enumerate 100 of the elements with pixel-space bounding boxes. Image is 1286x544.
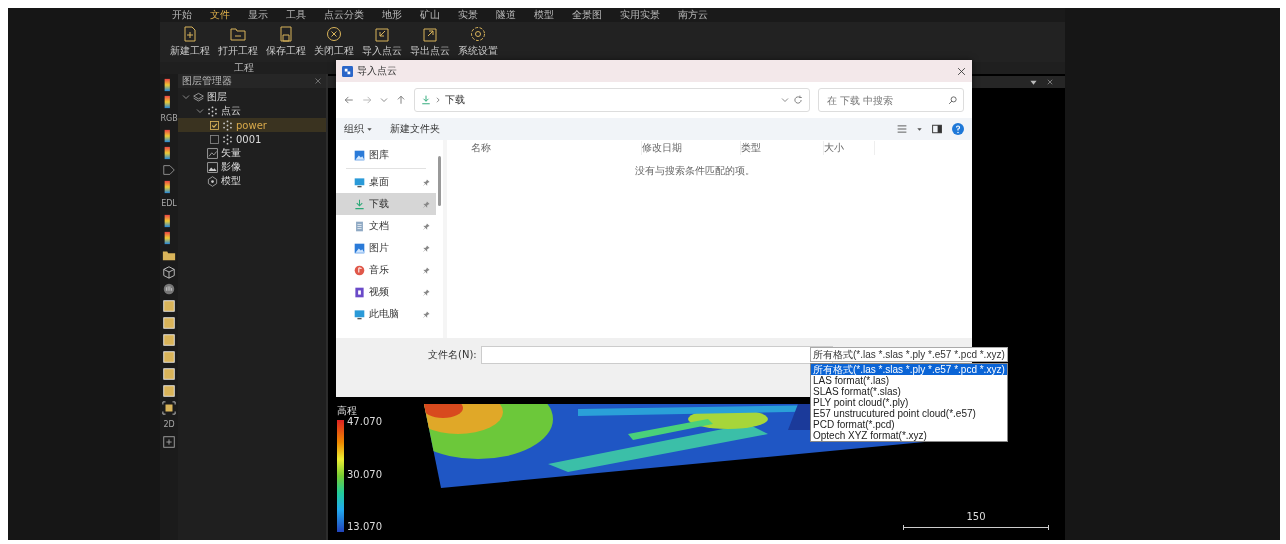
export-icon xyxy=(422,26,438,42)
box-icon[interactable] xyxy=(162,350,176,364)
search-field[interactable]: 在 下载 中搜索 xyxy=(825,93,948,107)
box-icon[interactable] xyxy=(162,333,176,347)
menu-option[interactable]: SLAS format(*.slas) xyxy=(811,386,1007,397)
target-icon[interactable] xyxy=(162,401,176,415)
tool-button[interactable]: EDL xyxy=(161,197,177,211)
tree-item[interactable]: 图层 xyxy=(178,90,326,104)
legend-label: 13.070 xyxy=(347,521,382,532)
menu-tab[interactable]: 工具 xyxy=(284,9,308,21)
ribbon-button[interactable]: 导入点云 xyxy=(360,26,404,58)
back-arrow-icon[interactable] xyxy=(344,95,354,105)
scrollbar-thumb[interactable] xyxy=(438,156,441,206)
view-list-icon[interactable] xyxy=(897,124,907,134)
nav-item[interactable]: 视频 xyxy=(336,281,436,303)
tree-item[interactable]: 模型 xyxy=(178,174,326,188)
nav-item[interactable]: 图库 xyxy=(336,144,436,166)
menu-option[interactable]: LAS format(*.las) xyxy=(811,375,1007,386)
box-icon[interactable] xyxy=(162,316,176,330)
menu-tab[interactable]: 矿山 xyxy=(418,9,442,21)
close-icon[interactable] xyxy=(314,77,322,85)
menu-option[interactable]: PCD format(*.pcd) xyxy=(811,419,1007,430)
new-file-icon xyxy=(182,26,198,42)
hand-icon[interactable] xyxy=(162,282,176,296)
toolbar-button[interactable]: 新建文件夹 xyxy=(390,122,440,136)
menu-option[interactable]: PLY point cloud(*.ply) xyxy=(811,397,1007,408)
menu-tab[interactable]: 南方云 xyxy=(676,9,710,21)
file-type-select[interactable]: 所有格式(*.las *.slas *.ply *.e57 *.pcd *.xyz) xyxy=(810,347,1008,362)
ribbon-button[interactable]: 关闭工程 xyxy=(312,26,356,58)
download-icon xyxy=(421,95,431,105)
menu-option[interactable]: Optech XYZ format(*.xyz) xyxy=(811,430,1007,441)
menu-tab[interactable]: 开始 xyxy=(170,9,194,21)
filename-label: 文件名(N): xyxy=(428,348,477,362)
tool-button[interactable]: RGB xyxy=(160,112,178,126)
menu-option[interactable]: E57 unstrucutured point cloud(*.e57) xyxy=(811,408,1007,419)
menu-tab[interactable]: 实用实景 xyxy=(618,9,662,21)
caret-down-icon[interactable] xyxy=(1030,78,1037,86)
menu-tab[interactable]: 模型 xyxy=(532,9,556,21)
tree-item[interactable]: 0001 xyxy=(178,132,326,146)
caret-down-icon[interactable] xyxy=(917,126,922,132)
document-icon xyxy=(354,220,365,232)
menu-tab[interactable]: 显示 xyxy=(246,9,270,21)
points-icon xyxy=(222,119,233,131)
menu-tab[interactable]: 隧道 xyxy=(494,9,518,21)
tree-item[interactable]: 矢量 xyxy=(178,146,326,160)
menu-option[interactable]: 所有格式(*.las *.slas *.ply *.e57 *.pcd *.xyz) xyxy=(811,364,1007,375)
settings-icon xyxy=(470,26,486,42)
ribbon-button[interactable]: 保存工程 xyxy=(264,26,308,58)
preview-pane-icon[interactable] xyxy=(932,124,942,134)
filename-field[interactable] xyxy=(480,346,833,364)
legend-label: 30.070 xyxy=(347,468,382,480)
caret-down-icon xyxy=(367,126,372,132)
import-icon xyxy=(374,26,390,42)
tree-item[interactable]: 点云 xyxy=(178,104,326,118)
column-header[interactable]: 修改日期 xyxy=(642,141,741,155)
help-icon[interactable] xyxy=(952,123,964,135)
toolbar-button[interactable]: 组织 xyxy=(344,122,372,136)
close-icon[interactable] xyxy=(957,66,966,76)
nav-item[interactable]: 桌面 xyxy=(336,171,436,193)
legend-label: 47.070 xyxy=(347,416,382,427)
ribbon-button[interactable]: 新建工程 xyxy=(168,26,212,58)
add-icon[interactable] xyxy=(162,435,176,449)
box-icon[interactable] xyxy=(162,299,176,313)
column-header[interactable]: 大小 xyxy=(824,141,875,155)
nav-item[interactable]: 此电脑 xyxy=(336,303,436,325)
refresh-icon[interactable] xyxy=(793,95,803,105)
box-icon[interactable] xyxy=(162,367,176,381)
tree-item[interactable]: 影像 xyxy=(178,160,326,174)
tree-item[interactable]: power xyxy=(178,118,326,132)
checkbox[interactable] xyxy=(210,134,219,144)
tag-icon[interactable] xyxy=(162,163,176,177)
column-header[interactable]: 名称 xyxy=(471,141,642,155)
menu-tab[interactable]: 地形 xyxy=(380,9,404,21)
cube-icon[interactable] xyxy=(162,265,176,279)
menu-tab[interactable]: 全景图 xyxy=(570,9,604,21)
checkbox[interactable] xyxy=(210,120,219,130)
scale-label: 150 xyxy=(966,511,986,522)
vector-icon xyxy=(207,147,218,159)
menu-tab[interactable]: 实景 xyxy=(456,9,480,21)
nav-item[interactable]: 文档 xyxy=(336,215,436,237)
nav-item[interactable]: 图片 xyxy=(336,237,436,259)
menu-tab[interactable]: 文件 xyxy=(208,9,232,21)
address-bar[interactable]: 下载 xyxy=(414,88,810,112)
picture-icon xyxy=(354,149,365,161)
legend-title: 高程 xyxy=(337,404,358,417)
ribbon-button[interactable]: 导出点云 xyxy=(408,26,452,58)
menu-tab[interactable]: 点云分类 xyxy=(322,9,366,21)
close-icon[interactable] xyxy=(1047,79,1053,85)
nav-item[interactable]: 音乐 xyxy=(336,259,436,281)
search-box[interactable]: 在 下载 中搜索 xyxy=(818,88,964,112)
ribbon-button[interactable]: 系统设置 xyxy=(456,26,500,58)
model-icon xyxy=(207,175,218,187)
ribbon-button[interactable]: 打开工程 xyxy=(216,26,260,58)
video-icon xyxy=(354,286,365,298)
tool-button[interactable]: 2D xyxy=(163,418,175,432)
column-header[interactable]: 类型 xyxy=(741,141,824,155)
box-icon[interactable] xyxy=(162,384,176,398)
up-arrow-icon[interactable] xyxy=(396,95,406,105)
empty-message: 没有与搜索条件匹配的项。 xyxy=(633,164,756,178)
nav-item[interactable]: 下载 xyxy=(336,193,436,215)
